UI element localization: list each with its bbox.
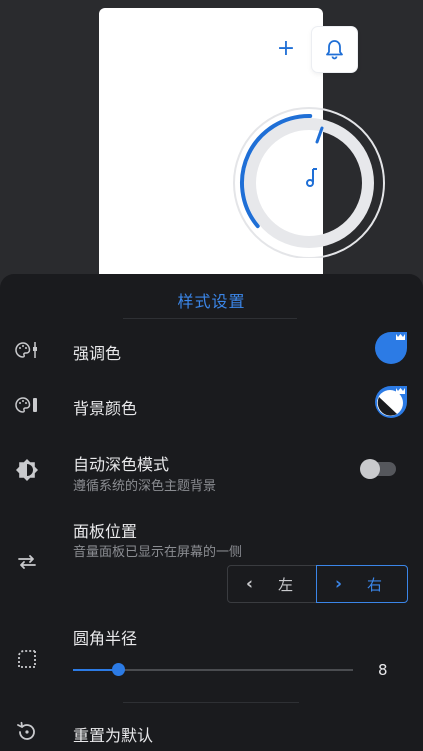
accent-color-swatch[interactable]	[375, 331, 408, 364]
accent-color-label: 强调色	[73, 344, 122, 363]
background-color-swatch[interactable]	[375, 385, 408, 418]
style-settings-sheet: 样式设置 强调色 背景颜色 自动深色模式 遵循系统的深色主题背景 面板位置 音量…	[0, 274, 423, 751]
panel-position-subtitle: 音量面板已显示在屏幕的一侧	[73, 545, 243, 560]
palette-slider-icon	[15, 342, 37, 358]
dial-outer-ring	[233, 107, 385, 258]
slider-thumb[interactable]	[111, 663, 125, 676]
volume-dial[interactable]	[219, 88, 399, 258]
rounded-corner-icon	[18, 650, 36, 668]
ringer-mode-button[interactable]	[312, 27, 357, 72]
bell-icon	[326, 40, 343, 60]
palette-bar-icon	[15, 397, 37, 413]
position-right-button[interactable]: › 右	[316, 565, 408, 603]
corner-radius-value: 8	[378, 661, 388, 679]
auto-dark-subtitle: 遵循系统的深色主题背景	[73, 479, 217, 494]
background-color-label: 背景颜色	[73, 399, 138, 418]
auto-dark-label: 自动深色模式	[73, 455, 170, 474]
corner-radius-label: 圆角半径	[73, 629, 138, 648]
swap-horizontal-icon	[18, 555, 36, 569]
panel-position-label: 面板位置	[73, 522, 138, 541]
restore-icon	[17, 721, 35, 740]
brightness-auto-icon	[16, 459, 38, 481]
position-right-label: 右	[367, 575, 383, 594]
position-left-button[interactable]: ‹ 左	[227, 565, 317, 603]
toggle-knob	[360, 459, 380, 479]
sheet-title: 样式设置	[177, 292, 246, 311]
music-note-icon	[306, 168, 317, 187]
divider	[123, 702, 299, 703]
reset-label: 重置为默认	[73, 726, 154, 745]
corner-radius-slider[interactable]	[73, 663, 353, 676]
chevron-left-icon: ‹	[246, 574, 254, 594]
dial-inner-ring	[244, 118, 374, 248]
screen: + 样式设置 强调色 背景颜色 自动深色模式 遵循系统的深色主题背景 面板位置 …	[0, 0, 423, 751]
plus-icon[interactable]: +	[275, 38, 297, 60]
chevron-right-icon: ›	[335, 574, 343, 594]
volume-panel-preview: +	[99, 8, 385, 288]
position-left-label: 左	[278, 575, 294, 594]
title-underline	[123, 318, 297, 319]
auto-dark-toggle[interactable]	[360, 459, 396, 479]
